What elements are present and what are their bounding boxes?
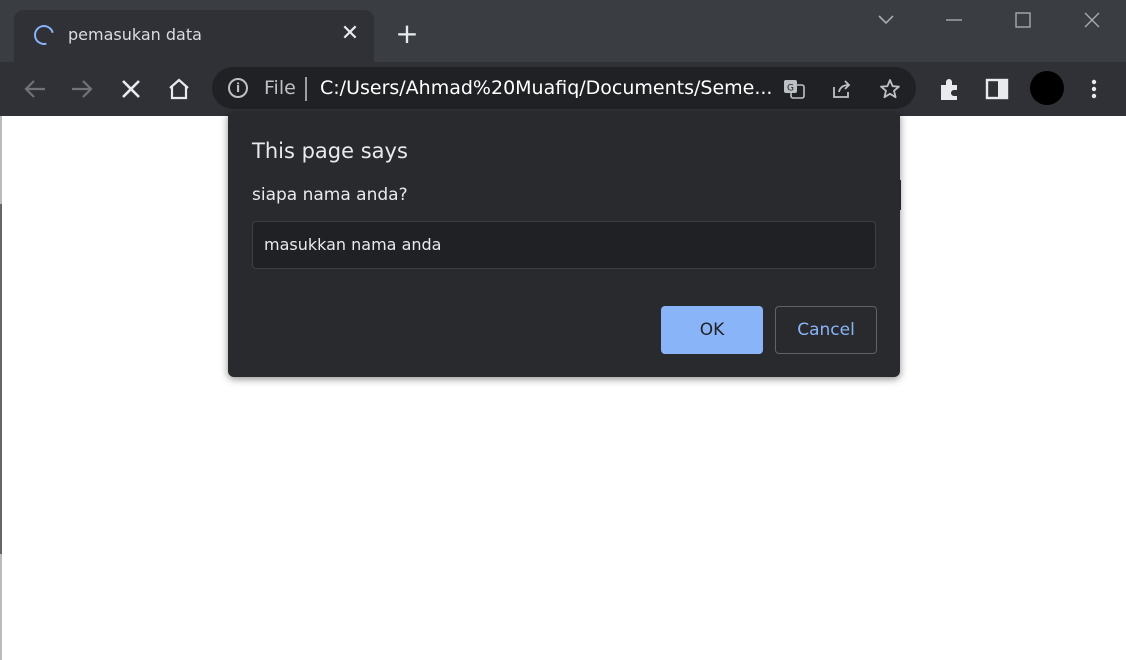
forward-icon[interactable] [67,74,97,104]
close-icon[interactable]: ✕ [338,22,362,46]
tab-title: pemasukan data [68,25,202,44]
dialog-title: This page says [252,139,408,163]
browser-toolbar: i File C:/Users/Ahmad%20Muafiq/Documents… [0,62,1126,116]
browser-titlebar: pemasukan data ✕ + [0,0,1126,62]
translate-icon[interactable]: G [782,77,806,101]
stop-icon[interactable] [116,74,146,104]
address-bar[interactable]: i File C:/Users/Ahmad%20Muafiq/Documents… [212,67,916,109]
maximize-icon[interactable] [1011,8,1035,32]
url-text[interactable]: C:/Users/Ahmad%20Muafiq/Documents/Seme..… [320,77,772,99]
share-icon[interactable] [830,77,854,101]
ok-button[interactable]: OK [661,306,763,354]
home-icon[interactable] [164,74,194,104]
browser-tab[interactable]: pemasukan data ✕ [14,10,374,62]
star-icon[interactable] [878,77,902,101]
chevron-down-icon[interactable] [874,8,898,32]
page-edge [0,204,2,554]
cancel-button[interactable]: Cancel [775,306,877,354]
avatar[interactable] [1030,71,1064,105]
window-close-icon[interactable] [1080,8,1104,32]
svg-text:G: G [787,84,794,94]
scheme-label: File [264,77,296,99]
plus-icon[interactable]: + [393,20,421,48]
info-icon[interactable]: i [228,78,248,98]
extensions-icon[interactable] [935,74,965,104]
back-icon[interactable] [20,74,50,104]
dialog-message: siapa nama anda? [252,185,408,205]
prompt-dialog: This page says siapa nama anda? masukkan… [228,113,900,377]
side-panel-icon[interactable] [982,74,1012,104]
divider [305,77,307,101]
minimize-icon[interactable] [942,8,966,32]
spinner-icon [30,21,58,49]
name-input[interactable]: masukkan nama anda [252,221,876,269]
menu-icon[interactable] [1079,74,1109,104]
